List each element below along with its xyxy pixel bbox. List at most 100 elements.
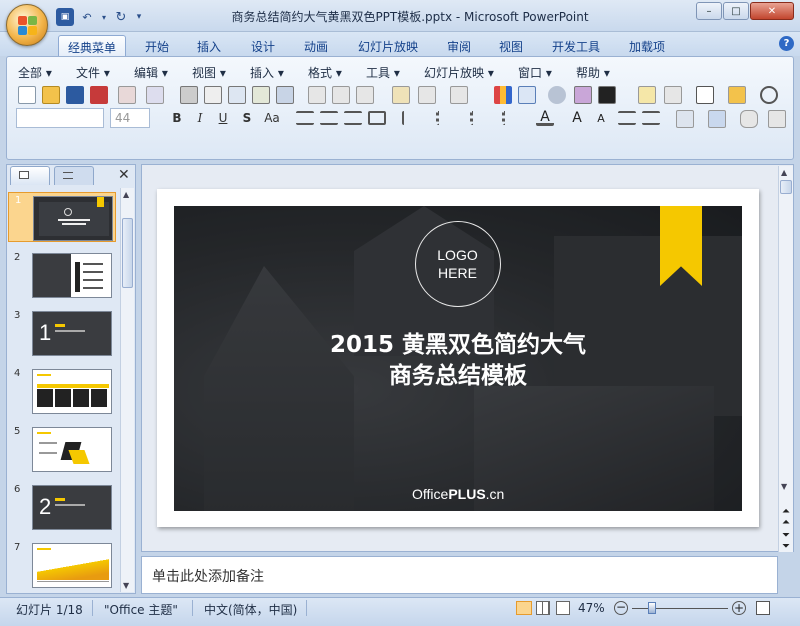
paste-icon[interactable]: [356, 86, 374, 104]
close-button[interactable]: ✕: [750, 2, 794, 20]
change-case-button[interactable]: Aa: [260, 109, 284, 127]
panel-close-icon[interactable]: ✕: [118, 167, 130, 183]
color-scheme-icon[interactable]: [598, 86, 616, 104]
undo-dropdown-icon[interactable]: ▾: [100, 8, 108, 26]
tab-slides-view[interactable]: [10, 166, 50, 185]
hyperlink-icon[interactable]: [548, 86, 566, 104]
normal-view-icon[interactable]: [516, 601, 532, 615]
canvas-scroll-down-icon[interactable]: ▼: [781, 482, 787, 491]
menu-slideshow[interactable]: 幻灯片放映 ▾: [424, 62, 494, 83]
arrange-icon[interactable]: [676, 110, 694, 128]
font-color-icon[interactable]: A: [536, 110, 554, 126]
tab-review[interactable]: 审阅: [440, 35, 478, 56]
print-preview-icon[interactable]: [204, 86, 222, 104]
fit-to-window-icon[interactable]: [756, 601, 770, 615]
zoom-slider-thumb[interactable]: [648, 602, 656, 614]
menu-insert[interactable]: 插入 ▾: [250, 62, 284, 83]
bold-button[interactable]: B: [168, 109, 186, 127]
slide-thumbnail-5[interactable]: 5: [8, 424, 116, 474]
open-folder-icon[interactable]: [42, 86, 60, 104]
tab-outline-view[interactable]: [54, 166, 94, 185]
shrink-font-icon[interactable]: A: [592, 112, 610, 130]
menu-view[interactable]: 视图 ▾: [192, 62, 226, 83]
menu-edit[interactable]: 编辑 ▾: [134, 62, 168, 83]
shape-fill-icon[interactable]: [740, 110, 758, 128]
slide-thumbnail-2[interactable]: 2: [8, 250, 116, 300]
tab-design[interactable]: 设计: [244, 35, 282, 56]
columns-icon[interactable]: [402, 111, 420, 125]
justify-icon[interactable]: [368, 111, 386, 125]
previous-slide-icon[interactable]: ⏶ ⏶: [780, 506, 792, 528]
tab-slideshow[interactable]: 幻灯片放映: [350, 35, 426, 56]
list-level-icon[interactable]: [502, 111, 520, 125]
menu-all[interactable]: 全部 ▾: [18, 62, 52, 83]
align-center-icon[interactable]: [320, 111, 338, 125]
maximize-button[interactable]: □: [723, 2, 749, 20]
shadow-button[interactable]: S: [238, 109, 256, 127]
picture-icon[interactable]: [574, 86, 592, 104]
zoom-icon[interactable]: [760, 86, 778, 104]
tab-developer[interactable]: 开发工具: [545, 35, 607, 56]
menu-format[interactable]: 格式 ▾: [308, 62, 342, 83]
font-name-dropdown[interactable]: [16, 108, 104, 128]
slide-thumbnail-1[interactable]: 1: [8, 192, 116, 242]
language-status[interactable]: 中文(简体，中国): [204, 598, 297, 618]
underline-button[interactable]: U: [214, 109, 232, 127]
tab-addins[interactable]: 加载项: [622, 35, 672, 56]
shapes-icon[interactable]: [708, 110, 726, 128]
panel-scroll-thumb[interactable]: [122, 218, 133, 288]
spelling-icon[interactable]: [252, 86, 270, 104]
decrease-indent-icon[interactable]: [618, 111, 636, 125]
layout-icon[interactable]: [664, 86, 682, 104]
current-slide[interactable]: LOGO HERE 2015 黄黑双色简约大气 商务总结模板 OfficePLU…: [174, 206, 742, 511]
new-slide-icon[interactable]: [638, 86, 656, 104]
text-box-icon[interactable]: [696, 86, 714, 104]
print-icon[interactable]: [180, 86, 198, 104]
tab-home[interactable]: 开始: [138, 35, 176, 56]
align-right-icon[interactable]: [344, 111, 362, 125]
increase-indent-icon[interactable]: [642, 111, 660, 125]
slide-thumbnail-7[interactable]: 7: [8, 540, 116, 590]
tab-view[interactable]: 视图: [492, 35, 530, 56]
folder-icon[interactable]: [728, 86, 746, 104]
slide-sorter-view-icon[interactable]: [536, 601, 550, 615]
email-icon[interactable]: [118, 86, 136, 104]
canvas-scrollbar[interactable]: ▲ ▼ ⏶ ⏶ ⏷ ⏷: [778, 166, 793, 552]
help-icon[interactable]: ?: [779, 36, 794, 51]
italic-button[interactable]: I: [191, 109, 209, 127]
minimize-button[interactable]: –: [696, 2, 722, 20]
numbering-icon[interactable]: [470, 111, 488, 125]
redo-button-icon[interactable]: [450, 86, 468, 104]
slide-thumbnail-3[interactable]: 3 1: [8, 308, 116, 358]
zoom-out-icon[interactable]: −: [614, 601, 628, 615]
panel-scrollbar[interactable]: ▲ ▼: [120, 188, 134, 592]
menu-tools[interactable]: 工具 ▾: [366, 62, 400, 83]
tab-insert[interactable]: 插入: [190, 35, 228, 56]
office-button[interactable]: [6, 4, 48, 46]
slide-thumbnail-4[interactable]: 4: [8, 366, 116, 416]
save-icon[interactable]: ▣: [56, 8, 74, 26]
redo-icon[interactable]: ↻: [112, 8, 130, 26]
next-slide-icon[interactable]: ⏷ ⏷: [780, 530, 792, 552]
canvas-scroll-thumb[interactable]: [780, 180, 792, 194]
undo-button-icon[interactable]: [418, 86, 436, 104]
zoom-in-icon[interactable]: +: [732, 601, 746, 615]
table-icon[interactable]: [518, 86, 536, 104]
zoom-slider-track[interactable]: [632, 608, 728, 609]
tab-classic-menu[interactable]: 经典菜单: [58, 35, 126, 56]
canvas-scroll-up-icon[interactable]: ▲: [781, 168, 787, 177]
find-icon[interactable]: [276, 86, 294, 104]
font-size-dropdown[interactable]: 44: [110, 108, 150, 128]
zoom-percentage[interactable]: 47%: [578, 598, 605, 618]
menu-help[interactable]: 帮助 ▾: [576, 62, 610, 83]
bullets-icon[interactable]: [436, 111, 454, 125]
format-painter-icon[interactable]: [392, 86, 410, 104]
new-document-icon[interactable]: [18, 86, 36, 104]
customize-qat-icon[interactable]: ▾: [134, 8, 144, 26]
chart-icon[interactable]: [494, 86, 512, 104]
notes-pane[interactable]: 单击此处添加备注: [141, 556, 778, 594]
permission-icon[interactable]: [90, 86, 108, 104]
cut-icon[interactable]: [308, 86, 326, 104]
save-file-icon[interactable]: [66, 86, 84, 104]
shape-outline-icon[interactable]: [768, 110, 786, 128]
